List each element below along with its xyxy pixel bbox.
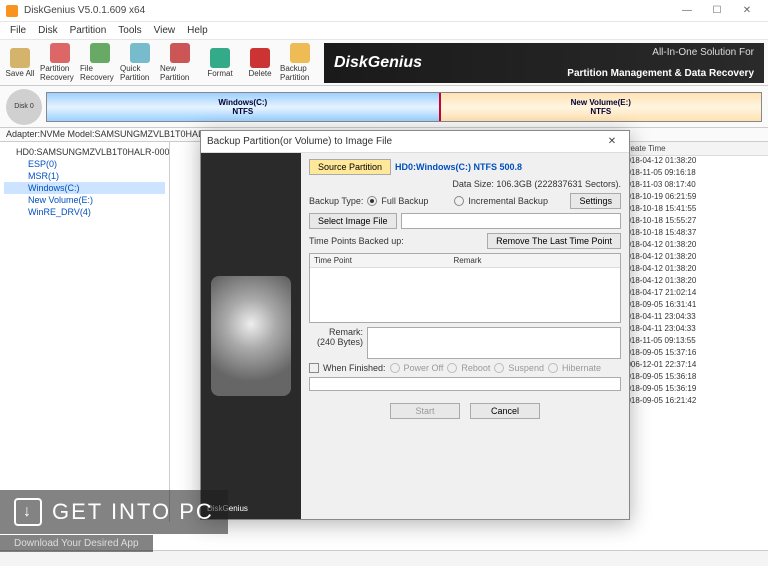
watermark-subtitle: Download Your Desired App bbox=[0, 535, 153, 552]
disk-map: Disk 0 Windows(C:)NTFS New Volume(E:)NTF… bbox=[0, 86, 768, 128]
list-item[interactable]: 2018-09-05 15:37:16 bbox=[618, 348, 768, 360]
partition-c[interactable]: Windows(C:)NTFS bbox=[47, 93, 441, 121]
list-item[interactable]: 2018-04-12 01:38:20 bbox=[618, 156, 768, 168]
col-remark[interactable]: Remark bbox=[450, 254, 486, 267]
window-title: DiskGenius V5.0.1.609 x64 bbox=[24, 5, 672, 16]
radio-suspend bbox=[494, 363, 504, 373]
progress-bar bbox=[309, 377, 621, 391]
list-item[interactable]: 2018-11-05 09:13:55 bbox=[618, 336, 768, 348]
timepoints-label: Time Points Backed up: bbox=[309, 236, 404, 246]
tool-quick-partition[interactable]: Quick Partition bbox=[120, 41, 160, 85]
when-finished-label: When Finished: bbox=[323, 363, 386, 373]
tool-new-partition[interactable]: New Partition bbox=[160, 41, 200, 85]
list-item[interactable]: 2018-04-11 23:04:33 bbox=[618, 312, 768, 324]
brand-tagline-2: Partition Management & Data Recovery bbox=[567, 68, 754, 79]
list-item[interactable]: 2018-04-12 01:38:20 bbox=[618, 240, 768, 252]
maximize-button[interactable]: ☐ bbox=[702, 1, 732, 21]
partition-tree: HD0:SAMSUNGMZVLB1T0HALR-000L7(9 ESP(0) M… bbox=[0, 142, 170, 522]
tool-save-all[interactable]: Save All bbox=[0, 41, 40, 85]
partition-map: Windows(C:)NTFS New Volume(E:)NTFS bbox=[46, 92, 762, 122]
select-image-file-button[interactable]: Select Image File bbox=[309, 213, 397, 229]
source-partition-value: HD0:Windows(C:) NTFS 500.8 bbox=[395, 162, 522, 172]
file-list: Create Time 2018-04-12 01:38:202018-11-0… bbox=[618, 142, 768, 522]
menu-view[interactable]: View bbox=[148, 25, 182, 36]
statusbar bbox=[0, 550, 768, 566]
brand-tagline-1: All-In-One Solution For bbox=[652, 47, 754, 58]
window-titlebar: DiskGenius V5.0.1.609 x64 — ☐ ✕ bbox=[0, 0, 768, 22]
radio-incremental-backup[interactable] bbox=[454, 196, 464, 206]
backup-dialog: Backup Partition(or Volume) to Image Fil… bbox=[200, 130, 630, 520]
list-item[interactable]: 2006-12-01 22:37:14 bbox=[618, 360, 768, 372]
image-file-path-input[interactable] bbox=[401, 213, 621, 229]
list-item[interactable]: 2018-04-11 23:04:33 bbox=[618, 324, 768, 336]
remark-hint: (240 Bytes) bbox=[309, 337, 363, 347]
list-item[interactable]: 2018-04-12 01:38:20 bbox=[618, 276, 768, 288]
partition-e[interactable]: New Volume(E:)NTFS bbox=[441, 93, 761, 121]
menu-disk[interactable]: Disk bbox=[32, 25, 63, 36]
tool-format[interactable]: Format bbox=[200, 41, 240, 85]
remark-label: Remark: bbox=[309, 327, 363, 337]
list-item[interactable]: 2018-10-18 15:41:55 bbox=[618, 204, 768, 216]
list-item[interactable]: 2018-04-17 21:02:14 bbox=[618, 288, 768, 300]
remark-textarea[interactable] bbox=[367, 327, 621, 359]
menubar: File Disk Partition Tools View Help bbox=[0, 22, 768, 40]
column-create-time[interactable]: Create Time bbox=[618, 142, 768, 156]
menu-file[interactable]: File bbox=[4, 25, 32, 36]
list-item[interactable]: 2018-09-05 15:36:18 bbox=[618, 372, 768, 384]
list-item[interactable]: 2018-09-05 16:21:42 bbox=[618, 396, 768, 408]
tree-item-esp[interactable]: ESP(0) bbox=[4, 158, 165, 170]
list-item[interactable]: 2018-04-12 01:38:20 bbox=[618, 264, 768, 276]
dialog-titlebar: Backup Partition(or Volume) to Image Fil… bbox=[201, 131, 629, 153]
when-finished-checkbox[interactable] bbox=[309, 363, 319, 373]
tree-item-windows-c[interactable]: Windows(C:) bbox=[4, 182, 165, 194]
list-item[interactable]: 2018-09-05 15:36:19 bbox=[618, 384, 768, 396]
backup-type-label: Backup Type: bbox=[309, 196, 363, 206]
tree-item-msr[interactable]: MSR(1) bbox=[4, 170, 165, 182]
radio-poweroff bbox=[390, 363, 400, 373]
watermark-banner: ↓ GET INTO PC bbox=[0, 490, 228, 534]
tree-item-new-volume-e[interactable]: New Volume(E:) bbox=[4, 194, 165, 206]
harddisk-icon bbox=[211, 276, 291, 396]
col-time-point[interactable]: Time Point bbox=[310, 254, 450, 267]
remove-last-timepoint-button[interactable]: Remove The Last Time Point bbox=[487, 233, 621, 249]
radio-hibernate bbox=[548, 363, 558, 373]
list-item[interactable]: 2018-11-05 09:16:18 bbox=[618, 168, 768, 180]
brand-banner: DiskGenius All-In-One Solution For Parti… bbox=[324, 43, 764, 83]
dialog-sidebar-image: DiskGenius bbox=[201, 153, 301, 519]
menu-tools[interactable]: Tools bbox=[112, 25, 147, 36]
menu-help[interactable]: Help bbox=[181, 25, 214, 36]
timepoints-list[interactable]: Time Point Remark bbox=[309, 253, 621, 323]
incremental-backup-label: Incremental Backup bbox=[468, 196, 548, 206]
tool-partition-recovery[interactable]: Partition Recovery bbox=[40, 41, 80, 85]
data-size-label: Data Size: 106.3GB (222837631 Sectors). bbox=[452, 179, 621, 189]
tool-delete[interactable]: Delete bbox=[240, 41, 280, 85]
list-item[interactable]: 2018-11-03 08:17:40 bbox=[618, 180, 768, 192]
toolbar: Save All Partition Recovery File Recover… bbox=[0, 40, 768, 86]
tool-backup-partition[interactable]: Backup Partition bbox=[280, 41, 320, 85]
dialog-close-button[interactable]: ✕ bbox=[601, 132, 623, 152]
list-item[interactable]: 2018-10-19 06:21:59 bbox=[618, 192, 768, 204]
radio-full-backup[interactable] bbox=[367, 196, 377, 206]
close-button[interactable]: ✕ bbox=[732, 1, 762, 21]
list-item[interactable]: 2018-10-18 15:48:37 bbox=[618, 228, 768, 240]
cancel-button[interactable]: Cancel bbox=[470, 403, 540, 419]
list-item[interactable]: 2018-10-18 15:55:27 bbox=[618, 216, 768, 228]
source-partition-button[interactable]: Source Partition bbox=[309, 159, 391, 175]
tree-item-winre[interactable]: WinRE_DRV(4) bbox=[4, 206, 165, 218]
watermark-text: GET INTO PC bbox=[52, 499, 214, 525]
tree-root[interactable]: HD0:SAMSUNGMZVLB1T0HALR-000L7(9 bbox=[4, 146, 165, 158]
start-button[interactable]: Start bbox=[390, 403, 460, 419]
full-backup-label: Full Backup bbox=[381, 196, 428, 206]
minimize-button[interactable]: — bbox=[672, 1, 702, 21]
menu-partition[interactable]: Partition bbox=[64, 25, 113, 36]
radio-reboot bbox=[447, 363, 457, 373]
dialog-title: Backup Partition(or Volume) to Image Fil… bbox=[207, 136, 392, 147]
app-icon bbox=[6, 5, 18, 17]
list-item[interactable]: 2018-09-05 16:31:41 bbox=[618, 300, 768, 312]
list-item[interactable]: 2018-04-12 01:38:20 bbox=[618, 252, 768, 264]
settings-button[interactable]: Settings bbox=[570, 193, 621, 209]
tool-file-recovery[interactable]: File Recovery bbox=[80, 41, 120, 85]
disk-icon[interactable]: Disk 0 bbox=[6, 89, 42, 125]
download-arrow-icon: ↓ bbox=[14, 498, 42, 526]
